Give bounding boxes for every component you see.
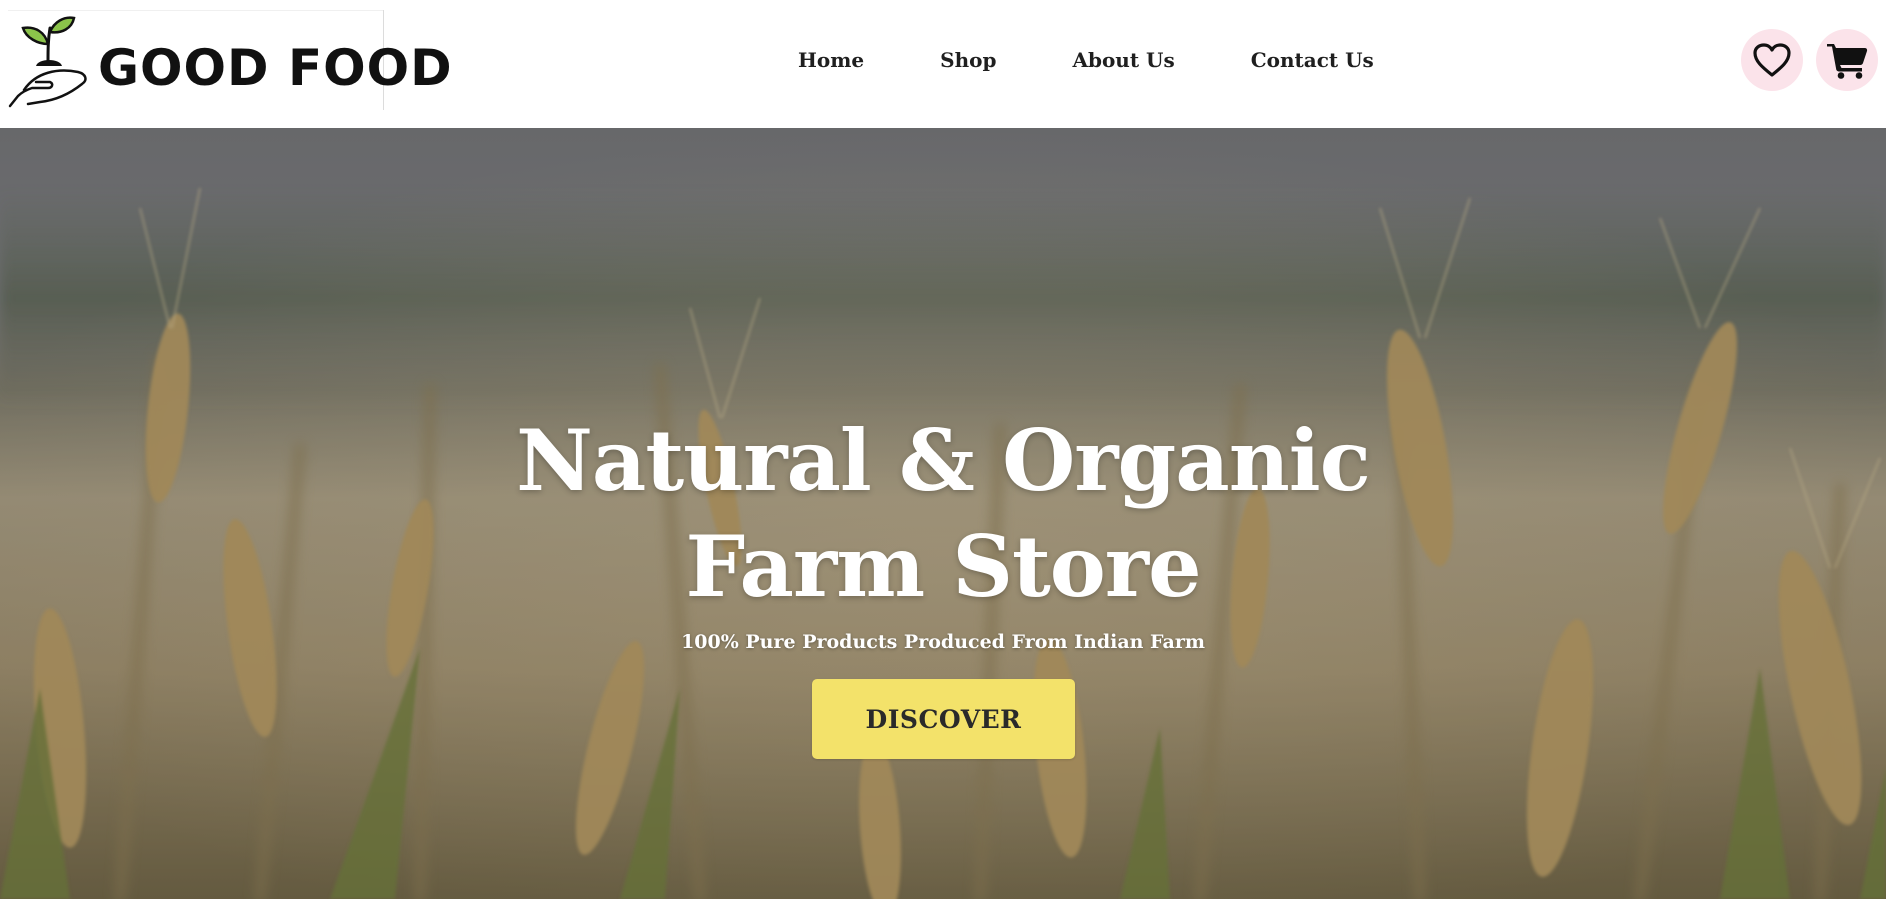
- hero-subtitle: 100% Pure Products Produced From Indian …: [681, 631, 1205, 653]
- wishlist-button[interactable]: [1741, 29, 1803, 91]
- brand-name: GOOD FOOD: [98, 39, 453, 97]
- hero-title-line-2: Farm Store: [685, 517, 1201, 616]
- main-nav: Home Shop About Us Contact Us: [770, 40, 1412, 80]
- hero-title-line-1: Natural & Organic: [516, 411, 1371, 510]
- cart-icon: [1827, 44, 1868, 79]
- nav-contact-us[interactable]: Contact Us: [1251, 48, 1374, 72]
- discover-button[interactable]: DISCOVER: [812, 679, 1075, 759]
- hero-section: Natural & Organic Farm Store 100% Pure P…: [0, 128, 1886, 899]
- nav-shop[interactable]: Shop: [940, 48, 996, 72]
- brand-logo[interactable]: GOOD FOOD: [8, 10, 452, 110]
- nav-about-us[interactable]: About Us: [1072, 48, 1174, 72]
- heart-icon: [1753, 43, 1791, 77]
- cart-button[interactable]: [1816, 29, 1878, 91]
- nav-home[interactable]: Home: [798, 48, 864, 72]
- hero-title: Natural & Organic Farm Store: [443, 408, 1443, 620]
- hero-content: Natural & Organic Farm Store 100% Pure P…: [0, 128, 1886, 899]
- site-header: GOOD FOOD Home Shop About Us Contact Us: [0, 0, 1886, 128]
- hand-sprout-icon: [8, 16, 87, 108]
